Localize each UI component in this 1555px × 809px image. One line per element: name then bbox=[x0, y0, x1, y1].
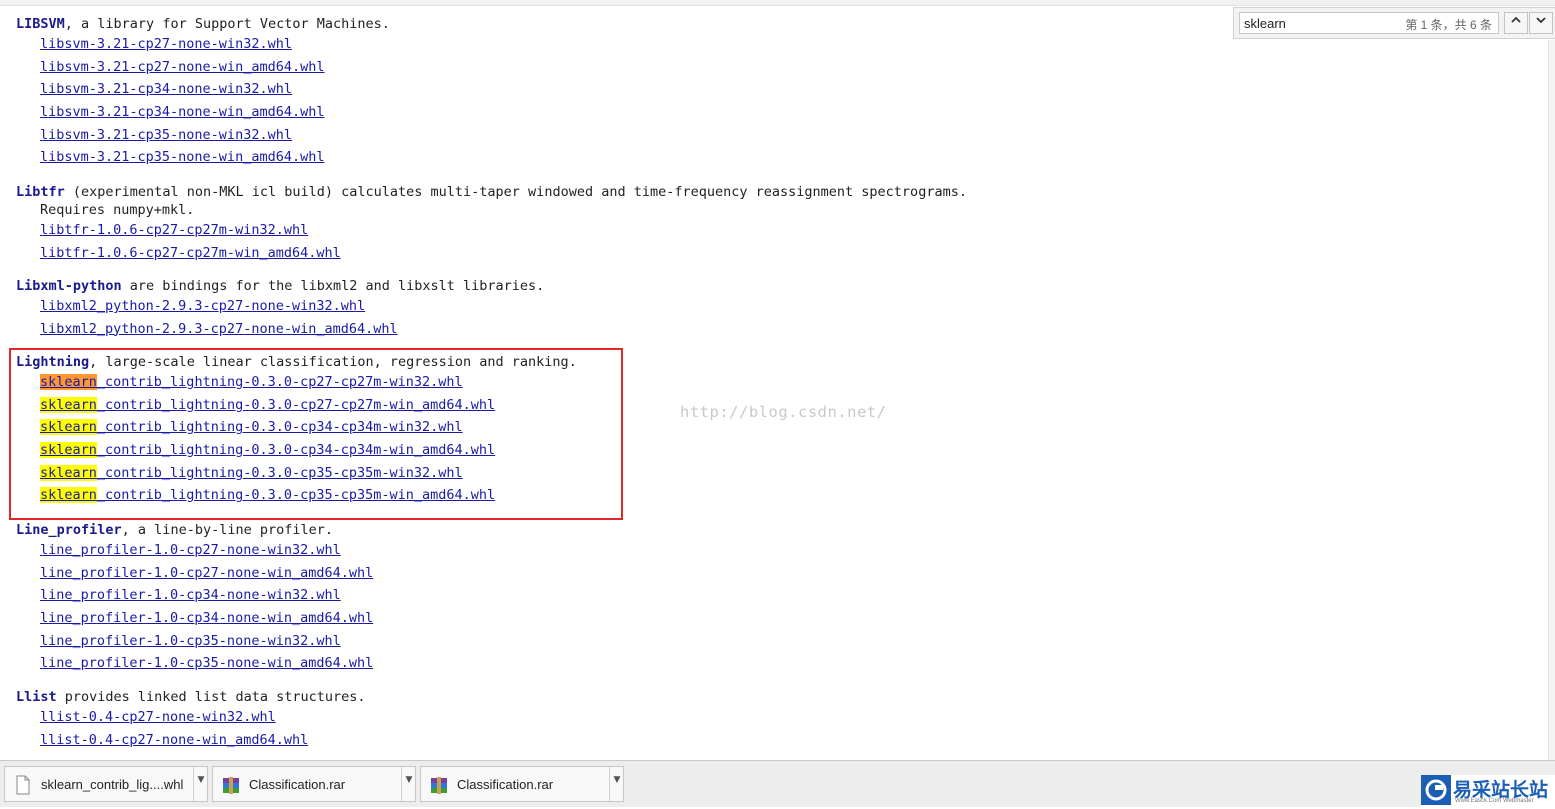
download-menu-button[interactable]: ▼ bbox=[193, 767, 208, 801]
download-filename: Classification.rar bbox=[457, 777, 554, 792]
logo-subtext: Www.Easck.Com Webmaster bbox=[1455, 798, 1534, 804]
winrar-archive-icon bbox=[223, 777, 239, 794]
package-description: , a library for Support Vector Machines. bbox=[64, 16, 390, 32]
package-description: provides linked list data structures. bbox=[56, 689, 366, 705]
download-link[interactable]: libsvm-3.21-cp34-none-win_amd64.whl bbox=[40, 101, 1116, 124]
logo-mark-icon bbox=[1421, 775, 1451, 805]
annotation-highlight-box bbox=[9, 348, 623, 520]
find-match-count: 第 1 条，共 6 条 bbox=[1405, 18, 1492, 32]
section-libsvm: LIBSVM, a library for Support Vector Mac… bbox=[16, 15, 1116, 169]
chevron-down-icon bbox=[1536, 17, 1546, 24]
download-link[interactable]: line_profiler-1.0-cp27-none-win_amd64.wh… bbox=[40, 562, 1116, 585]
package-name[interactable]: Line_profiler bbox=[16, 522, 122, 538]
download-link[interactable]: libsvm-3.21-cp35-none-win_amd64.whl bbox=[40, 146, 1116, 169]
download-link[interactable]: libtfr-1.0.6-cp27-cp27m-win_amd64.whl bbox=[40, 242, 1116, 265]
section-line-profiler: Line_profiler, a line-by-line profiler. … bbox=[16, 521, 1116, 675]
section-libtfr: Libtfr (experimental non-MKL icl build) … bbox=[16, 183, 1116, 264]
section-libxml-python: Libxml-python are bindings for the libxm… bbox=[16, 277, 1116, 340]
download-item[interactable]: sklearn_contrib_lig....whl ▼ bbox=[4, 766, 208, 802]
download-link[interactable]: libsvm-3.21-cp35-none-win32.whl bbox=[40, 124, 1116, 147]
find-bar: sklearn 第 1 条，共 6 条 bbox=[1233, 7, 1555, 39]
download-item[interactable]: Classification.rar ▼ bbox=[420, 766, 624, 802]
download-link[interactable]: line_profiler-1.0-cp27-none-win32.whl bbox=[40, 539, 1116, 562]
section-llist: Llist provides linked list data structur… bbox=[16, 688, 1116, 751]
download-menu-button[interactable]: ▼ bbox=[609, 767, 624, 801]
download-link[interactable]: libsvm-3.21-cp34-none-win32.whl bbox=[40, 78, 1116, 101]
download-link[interactable]: libxml2_python-2.9.3-cp27-none-win32.whl bbox=[40, 295, 1116, 318]
package-description: (experimental non-MKL icl build) calcula… bbox=[64, 184, 967, 200]
requirement-note: Requires numpy+mkl. bbox=[40, 202, 195, 218]
file-icon bbox=[16, 775, 30, 795]
find-input[interactable]: sklearn 第 1 条，共 6 条 bbox=[1239, 12, 1499, 34]
find-previous-button[interactable] bbox=[1504, 12, 1528, 34]
download-link[interactable]: llist-0.4-cp27-none-win32.whl bbox=[40, 706, 1116, 729]
package-description: are bindings for the libxml2 and libxslt… bbox=[121, 278, 545, 294]
package-name[interactable]: Libxml-python bbox=[16, 278, 122, 294]
chevron-up-icon bbox=[1511, 16, 1521, 23]
page-content: LIBSVM, a library for Support Vector Mac… bbox=[0, 0, 1555, 760]
package-description: , a line-by-line profiler. bbox=[121, 522, 333, 538]
winrar-archive-icon bbox=[431, 777, 447, 794]
download-menu-button[interactable]: ▼ bbox=[401, 767, 416, 801]
download-shelf: sklearn_contrib_lig....whl ▼ Classificat… bbox=[0, 760, 1555, 807]
vertical-scrollbar[interactable] bbox=[1548, 40, 1555, 760]
watermark: http://blog.csdn.net/ bbox=[680, 403, 887, 421]
package-name[interactable]: Llist bbox=[16, 689, 57, 705]
package-name[interactable]: Libtfr bbox=[16, 184, 65, 200]
download-item[interactable]: Classification.rar ▼ bbox=[212, 766, 416, 802]
download-link[interactable]: line_profiler-1.0-cp35-none-win32.whl bbox=[40, 630, 1116, 653]
download-filename: sklearn_contrib_lig....whl bbox=[41, 777, 184, 792]
site-logo: 易采站长站 Www.Easck.Com Webmaster bbox=[1421, 775, 1555, 807]
download-link[interactable]: libxml2_python-2.9.3-cp27-none-win_amd64… bbox=[40, 318, 1116, 341]
download-link[interactable]: llist-0.4-cp27-none-win_amd64.whl bbox=[40, 729, 1116, 752]
find-next-button[interactable] bbox=[1529, 12, 1553, 34]
download-link[interactable]: line_profiler-1.0-cp34-none-win_amd64.wh… bbox=[40, 607, 1116, 630]
download-link[interactable]: libtfr-1.0.6-cp27-cp27m-win32.whl bbox=[40, 219, 1116, 242]
download-link[interactable]: line_profiler-1.0-cp35-none-win_amd64.wh… bbox=[40, 652, 1116, 675]
download-link[interactable]: libsvm-3.21-cp27-none-win32.whl bbox=[40, 33, 1116, 56]
find-query: sklearn bbox=[1244, 16, 1286, 31]
package-name[interactable]: LIBSVM bbox=[16, 16, 65, 32]
download-link[interactable]: line_profiler-1.0-cp34-none-win32.whl bbox=[40, 584, 1116, 607]
download-filename: Classification.rar bbox=[249, 777, 346, 792]
download-link[interactable]: libsvm-3.21-cp27-none-win_amd64.whl bbox=[40, 56, 1116, 79]
